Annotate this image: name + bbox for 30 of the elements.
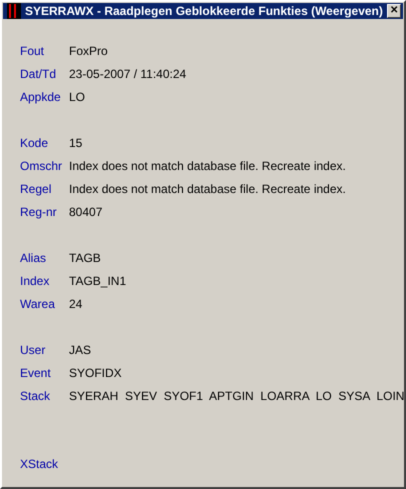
field-value: Index does not match database file. Recreate index. xyxy=(69,158,346,172)
logo-icon xyxy=(7,3,21,19)
field-value: JAS xyxy=(69,342,92,356)
field-value: SYERAH SYEV SYOF1 APTGIN LOARRA LO SYSA LOIN xyxy=(69,388,404,402)
field-value: SYOFIDX xyxy=(69,366,122,380)
field-value: Index does not match database file. Recreate index. xyxy=(69,182,346,196)
field-label: Reg-nr xyxy=(20,204,58,218)
field-value: 80407 xyxy=(69,204,102,218)
field-value: LO xyxy=(69,90,86,104)
field-label: Kode xyxy=(20,136,50,150)
field-label: Index xyxy=(20,274,50,288)
window-title: SYERRAWX - Raadplegen Geblokkeerde Funkties (Weergeven) xyxy=(25,4,383,18)
field-label: Dat/Td xyxy=(20,66,58,80)
field-label: Event xyxy=(20,366,52,380)
field-value: 15 xyxy=(69,136,82,150)
field-value: FoxPro xyxy=(69,44,108,58)
field-label: Omschr xyxy=(20,158,63,172)
field-value: 23-05-2007 / 11:40:24 xyxy=(69,66,186,80)
field-label: Alias xyxy=(20,250,48,264)
field-label: Warea xyxy=(20,296,56,310)
field-label: User xyxy=(20,342,46,356)
close-button[interactable]: ✕ xyxy=(386,4,401,18)
field-label: Stack xyxy=(20,388,52,402)
field-label: Regel xyxy=(20,182,52,196)
field-value: TAGB xyxy=(69,250,101,264)
field-value: TAGB_IN1 xyxy=(69,274,126,288)
field-label: Fout xyxy=(20,44,46,58)
field-label: XStack xyxy=(20,456,60,470)
field-value: 24 xyxy=(69,296,82,310)
field-label: Appkde xyxy=(20,90,62,104)
